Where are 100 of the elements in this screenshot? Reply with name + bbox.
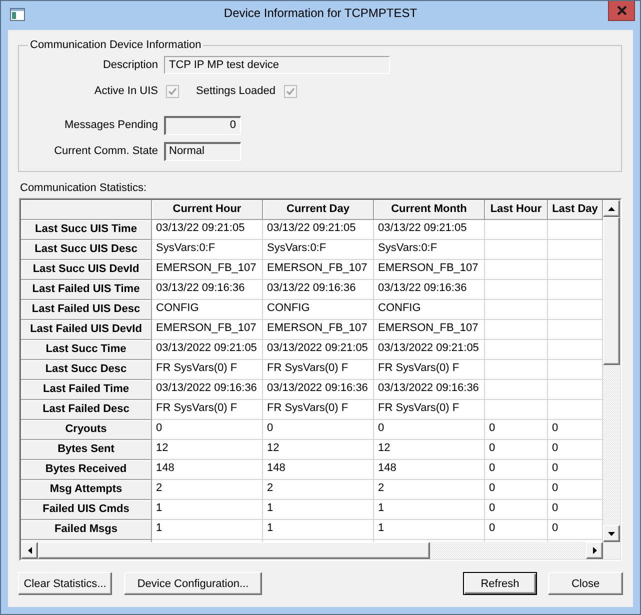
table-cell: 03/13/2022 09:21:05 [374,340,485,360]
row-header: Msg Attempts [21,480,152,500]
table-cell: 0 [548,440,603,460]
table-cell: EMERSON_FB_107 [152,260,263,280]
table-cell: EMERSON_FB_107 [263,260,374,280]
table-cell: 03/13/2022 09:21:05 [152,340,263,360]
column-header[interactable]: Last Hour [485,200,548,220]
column-header[interactable]: Current Day [263,200,374,220]
group-title: Communication Device Information [29,39,202,52]
field-label: Messages Pending [63,119,158,132]
table-cell: SysVars:0:F [374,240,485,260]
table-cell: 1 [152,520,263,540]
vertical-scrollbar[interactable] [603,200,620,542]
device-configuration-button[interactable]: Device Configuration... [124,572,262,595]
column-header[interactable]: Last Day [548,200,603,220]
table-cell: 1 [374,500,485,520]
row-header: Failed Msgs [21,520,152,540]
table-cell: FR SysVars(0) F [152,360,263,380]
scroll-up-button[interactable] [603,200,620,217]
scroll-right-button[interactable] [586,542,603,559]
table-cell: FR SysVars(0) F [152,400,263,420]
row-header: Last Succ UIS DevId [21,260,152,280]
table-cell: SysVars:0:F [152,240,263,260]
table-cell: EMERSON_FB_107 [152,320,263,340]
row-header: Bytes Received [21,460,152,480]
table-cell: 03/13/2022 09:16:36 [152,380,263,400]
table-cell: 03/13/22 09:16:36 [263,280,374,300]
messages-pending-field: 0 [164,116,241,135]
table-cell: 0 [548,420,603,440]
table-cell: 1 [152,500,263,520]
table-cell: 2 [263,480,374,500]
table-cell: 0 [485,420,548,440]
row-header: Last Succ UIS Desc [21,240,152,260]
row-header: Last Succ UIS Time [21,220,152,240]
table-cell: EMERSON_FB_107 [374,320,485,340]
table-cell: 0 [548,520,603,540]
row-header: Bytes Sent [21,440,152,460]
horizontal-scrollbar[interactable] [21,542,603,559]
table-cell: FR SysVars(0) F [374,400,485,420]
table-cell: 03/13/22 09:16:36 [374,280,485,300]
column-header[interactable]: Current Month [374,200,485,220]
row-header: Cryouts [21,420,152,440]
table-cell: 03/13/22 09:21:05 [152,220,263,240]
table-cell: 1 [263,520,374,540]
table-cell: FR SysVars(0) F [263,400,374,420]
comm-state-field: Normal [164,142,241,161]
window-close-button[interactable] [608,1,635,21]
row-header: Last Failed UIS Time [21,280,152,300]
field-label: Description [102,58,158,72]
table-cell: 03/13/22 09:21:05 [263,220,374,240]
table-cell: 0 [548,480,603,500]
right-triangle-icon [592,547,596,554]
checkbox-label: Settings Loaded [196,84,276,98]
table-cell: 12 [152,440,263,460]
table-cell: FR SysVars(0) F [263,360,374,380]
scrollbar-thumb[interactable] [38,542,430,559]
field-label: Current Comm. State [53,145,158,158]
table-cell: 0 [485,480,548,500]
table-cell: 0 [548,460,603,480]
table-cell: 03/13/22 09:16:36 [152,280,263,300]
scrollbar-thumb[interactable] [603,217,620,365]
refresh-button[interactable]: Refresh [463,572,537,595]
description-field[interactable]: TCP IP MP test device [164,56,390,74]
table-cell: 2 [152,480,263,500]
up-triangle-icon [608,206,615,210]
table-cell: 0 [374,420,485,440]
table-cell: 12 [374,440,485,460]
row-header: Last Failed UIS Desc [21,300,152,320]
row-header: Last Succ Time [21,340,152,360]
table-cell: CONFIG [374,300,485,320]
table-cell: EMERSON_FB_107 [263,320,374,340]
table-cell: EMERSON_FB_107 [374,260,485,280]
window-icon [10,8,25,21]
table-cell: CONFIG [152,300,263,320]
table-cell: 0 [263,420,374,440]
table-cell: SysVars:0:F [263,240,374,260]
table-cell: 03/13/2022 09:21:05 [263,340,374,360]
table-cell: 0 [548,500,603,520]
row-header: Last Succ Desc [21,360,152,380]
scrollbar-corner [603,542,620,559]
column-header[interactable]: Current Hour [152,200,263,220]
down-triangle-icon [608,532,615,536]
table-cell: 148 [152,460,263,480]
table-cell: 0 [485,460,548,480]
close-button[interactable]: Close [548,572,623,595]
row-header: Failed UIS Cmds [21,500,152,520]
table-cell: 12 [263,440,374,460]
table-cell: 1 [374,520,485,540]
table-cell: 148 [263,460,374,480]
table-cell: 0 [485,520,548,540]
table-cell: 0 [485,440,548,460]
clear-statistics-button[interactable]: Clear Statistics... [18,572,112,595]
row-header: Last Failed UIS DevId [21,320,152,340]
table-cell: 0 [485,500,548,520]
table-cell: 2 [374,480,485,500]
table-cell: 148 [374,460,485,480]
checkbox-label: Active In UIS [93,84,158,98]
row-header: Last Failed Desc [21,400,152,420]
scroll-down-button[interactable] [603,525,620,542]
scroll-left-button[interactable] [21,542,38,559]
